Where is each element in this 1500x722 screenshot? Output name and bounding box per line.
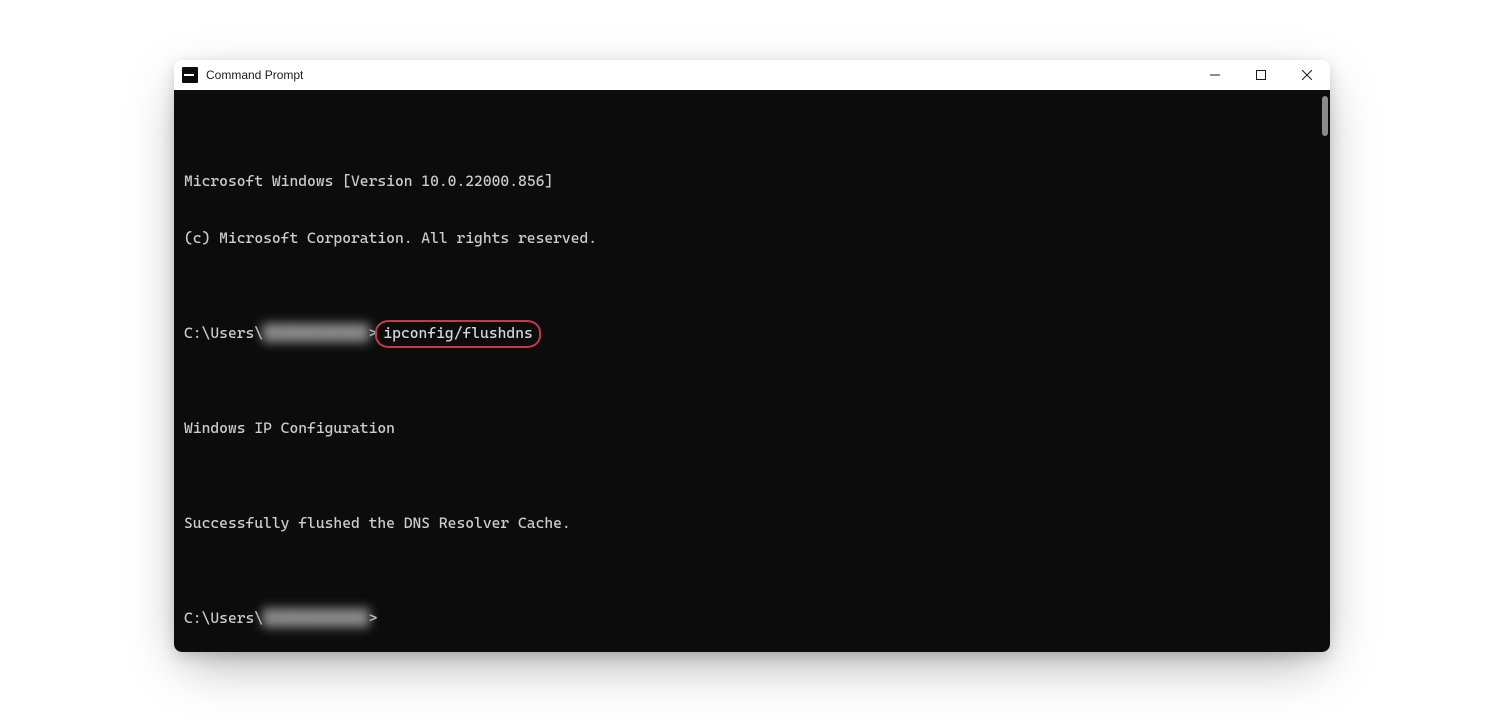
close-button[interactable] (1284, 60, 1330, 90)
minimize-button[interactable] (1192, 60, 1238, 90)
entered-command: ipconfig/flushdns (383, 324, 532, 342)
terminal-line: (c) Microsoft Corporation. All rights re… (184, 229, 1320, 248)
terminal-prompt-line: C:\Users\████████████> (184, 609, 1320, 628)
command-prompt-window: Command Prompt Microsoft Windows [Versio… (174, 60, 1330, 652)
terminal-line: Successfully flushed the DNS Resolver Ca… (184, 514, 1320, 533)
redacted-username: ████████████ (263, 609, 368, 628)
window-controls (1192, 60, 1330, 90)
window-title: Command Prompt (206, 68, 303, 82)
redacted-username: ████████████ (263, 324, 368, 343)
titlebar[interactable]: Command Prompt (174, 60, 1330, 90)
cmd-icon (182, 67, 198, 83)
terminal-line: Microsoft Windows [Version 10.0.22000.85… (184, 172, 1320, 191)
terminal-prompt-line: C:\Users\████████████> ipconfig/flushdns (184, 324, 1320, 343)
scrollbar-thumb[interactable] (1322, 96, 1328, 136)
prompt-path: C:\Users\ (184, 609, 263, 627)
prompt-path: C:\Users\ (184, 324, 263, 342)
terminal-line: Windows IP Configuration (184, 419, 1320, 438)
prompt-sep: > (369, 609, 378, 627)
terminal-area[interactable]: Microsoft Windows [Version 10.0.22000.85… (174, 90, 1330, 652)
maximize-button[interactable] (1238, 60, 1284, 90)
command-highlight-annotation: ipconfig/flushdns (377, 324, 538, 343)
prompt-sep: > (369, 324, 378, 342)
